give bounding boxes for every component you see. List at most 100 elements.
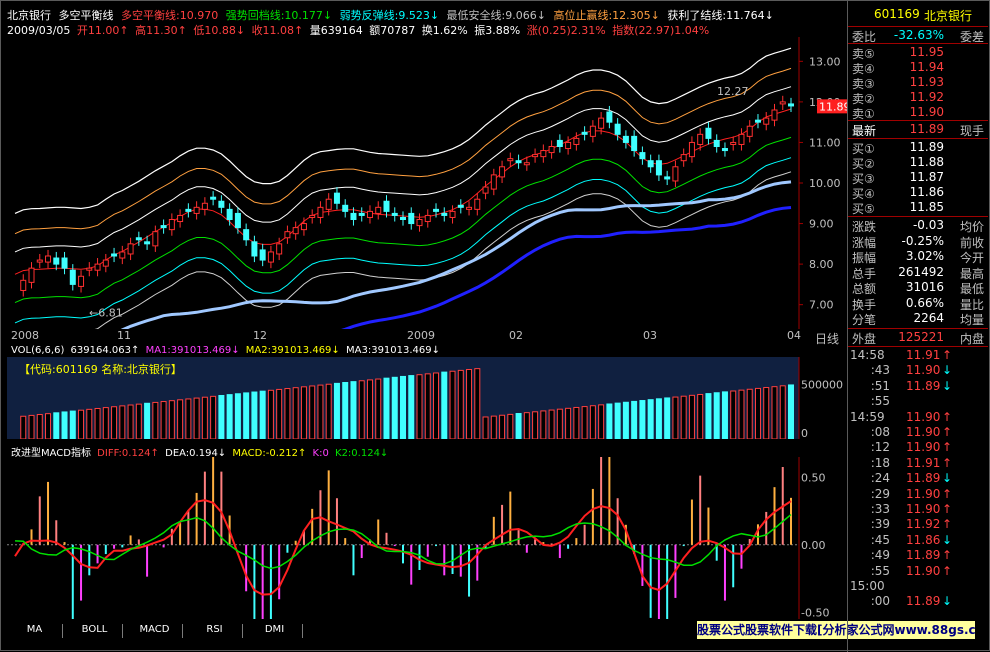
volume-bar [102, 407, 109, 439]
candle-body [135, 237, 142, 241]
line-strong-pullback: 强势回档线:10.177↓ [225, 9, 333, 21]
weibi-value: -32.63% [893, 28, 944, 42]
stat-row-extra: 最高 [959, 266, 984, 281]
stock-name: 北京银行 [7, 9, 51, 21]
stat-row-value: 2264 [913, 311, 944, 325]
volume-bar [598, 404, 605, 439]
candle-body [449, 210, 456, 218]
candle-body [383, 200, 390, 212]
sell-row: 卖④ 11.94 [848, 60, 988, 76]
volume-bar [763, 387, 770, 439]
buy-row-label: 买⑤ [852, 202, 875, 216]
date-tick: 02 [509, 329, 523, 342]
tab-ma[interactable]: MA [7, 624, 63, 638]
price-tick: 13.00 [809, 55, 841, 68]
stat-row: 总手 261492 最高 [848, 265, 988, 281]
volume-bar [177, 399, 184, 439]
candle-body [713, 139, 720, 147]
tick-row: :43 11.90 ↓ [848, 363, 988, 378]
volume-tick: 500000 [801, 378, 843, 391]
stat-row-label: 涨幅 [852, 235, 877, 250]
candle-body [119, 251, 126, 259]
volume-bar [69, 410, 76, 439]
price-chart[interactable]: 13.0012.0011.0010.009.008.007.0012.27←6.… [7, 37, 847, 329]
tick-arrow: ↑ [942, 409, 953, 424]
price-tick: 11.00 [809, 136, 841, 149]
tick-arrow: ↑ [942, 548, 953, 563]
volume-bar [507, 413, 514, 439]
volume-bar [721, 391, 728, 439]
candle-body [416, 219, 423, 227]
index-label: 指数(22.97)1.04% [612, 24, 710, 36]
tab-boll[interactable]: BOLL [67, 624, 123, 638]
candle-body [573, 137, 580, 145]
tick-time: :45 [870, 532, 890, 547]
tick-time: :29 [870, 486, 890, 501]
vol-value: 639164.063↑ [70, 345, 140, 356]
volume-chart[interactable]: 【代码:601169 名称:北京银行】 500000 0 [7, 357, 847, 439]
tick-price: 11.90 [906, 563, 941, 578]
volume-bar [259, 390, 266, 439]
volume-bar [152, 401, 159, 439]
tick-time: :55 [870, 563, 890, 578]
volume-bar [680, 395, 687, 439]
volume-bar [639, 400, 646, 439]
volume-bar [160, 401, 167, 439]
divider [848, 43, 988, 44]
candle-body [218, 200, 225, 208]
stat-row: 分笔 2264 均量 [848, 311, 988, 327]
volume-bar [540, 410, 547, 439]
volume-bar [457, 369, 464, 439]
tab-macd[interactable]: MACD [127, 624, 183, 638]
buy-row: 买⑤ 11.85 [848, 200, 988, 216]
tick-row: :33 11.90 ↑ [848, 502, 988, 517]
tab-rsi[interactable]: RSI [187, 624, 243, 638]
sell-row-value: 11.94 [909, 60, 944, 74]
tick-time: :51 [870, 378, 890, 393]
volume-bar [754, 387, 761, 439]
macd-chart[interactable]: 0.50 0.00 -0.50 [7, 457, 847, 619]
tick-price: 11.90 [906, 440, 941, 455]
volume-bar [375, 378, 382, 439]
candle-body [622, 135, 629, 143]
volume-bar [251, 391, 258, 439]
last-row: 最新 11.89 现手 [848, 122, 988, 138]
last-right-label: 现手 [959, 124, 984, 138]
line-profit-exit: 获利了结线:11.764↓ [667, 9, 774, 21]
tick-row: :18 11.91 ↑ [848, 456, 988, 471]
candle-body [259, 249, 266, 261]
volume-bar [515, 413, 522, 439]
tick-row: :39 11.92 ↑ [848, 517, 988, 532]
daily-label[interactable]: 日线 [815, 330, 839, 347]
candle-body [267, 251, 274, 263]
tick-arrow: ↑ [942, 455, 953, 470]
volume-bar [573, 406, 580, 439]
macd-tick: 0.50 [801, 471, 826, 484]
candle-body [614, 123, 621, 135]
sell-row-label: 卖① [852, 107, 875, 121]
tick-time: :33 [870, 502, 890, 516]
candle-body [466, 206, 473, 210]
candle-body [127, 243, 134, 255]
volume-bar [746, 388, 753, 439]
tick-arrow: ↑ [942, 502, 953, 516]
tick-row: :24 11.89 ↓ [848, 471, 988, 486]
candle-body [284, 231, 291, 239]
indicator-header: 北京银行 多空平衡线 多空平衡线:10.970 强势回档线:10.177↓ 弱势… [7, 7, 845, 21]
volume-bar [300, 386, 307, 439]
candle-body [705, 127, 712, 139]
candle-body [771, 109, 778, 121]
price-tick: 9.00 [809, 218, 834, 231]
volume-bar [466, 369, 473, 439]
tick-arrow: ↓ [942, 471, 953, 486]
macd-tick: 0.00 [801, 539, 826, 552]
tab-dmi[interactable]: DMI [247, 624, 303, 638]
volume-bar [383, 377, 390, 439]
candle-body [391, 212, 398, 216]
candle-body [177, 214, 184, 223]
volume-bar [36, 414, 43, 439]
tick-arrow: ↓ [942, 594, 953, 609]
vol-ma1: MA1:391013.469↓ [145, 345, 240, 356]
tick-time: :43 [870, 363, 890, 378]
candle-body [102, 259, 109, 267]
